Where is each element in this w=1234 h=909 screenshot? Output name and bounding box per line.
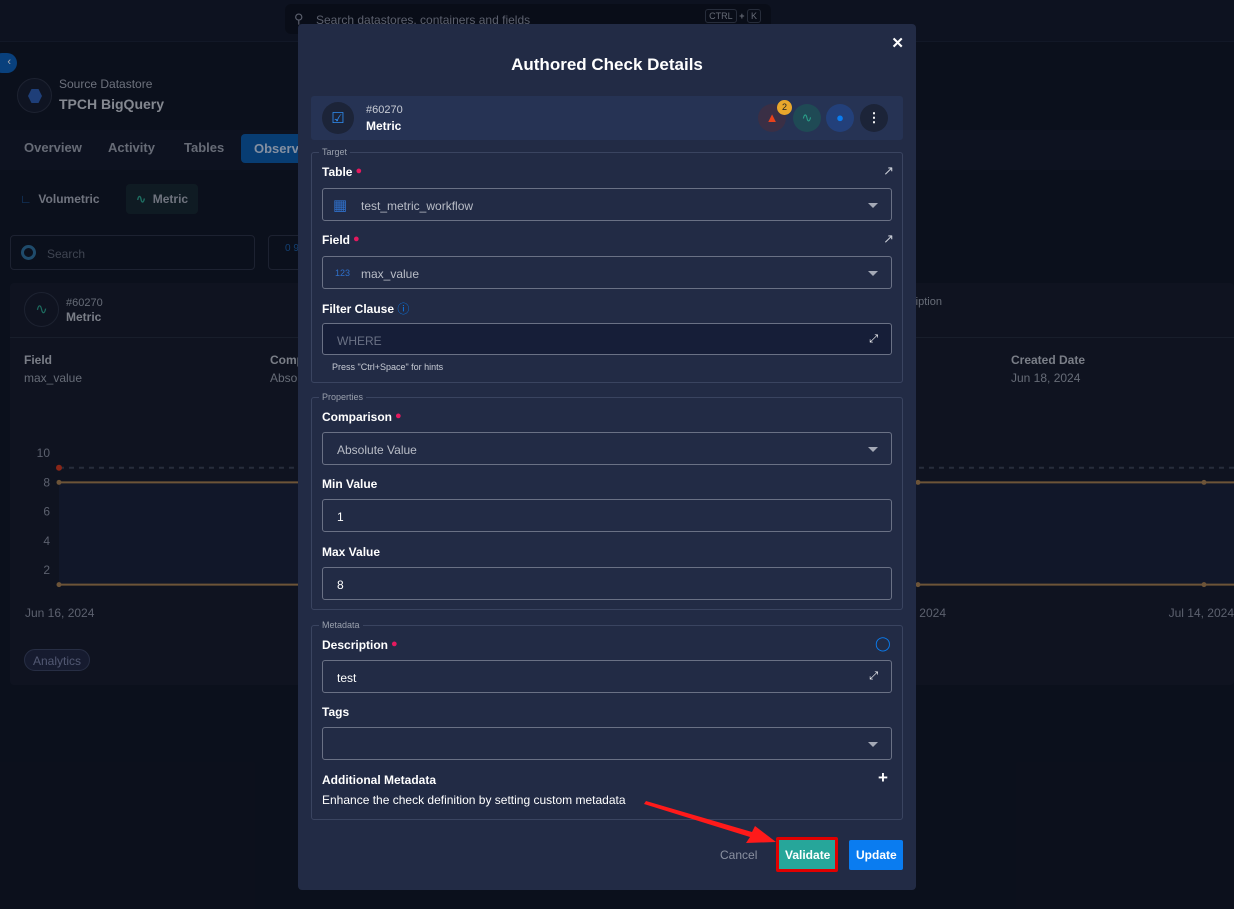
- filter-hint: Press "Ctrl+Space" for hints: [332, 362, 444, 372]
- tags-select[interactable]: [322, 727, 892, 760]
- min-value-label: Min Value: [322, 477, 378, 491]
- min-value-input[interactable]: 1: [322, 499, 892, 532]
- metadata-legend: Metadata: [319, 620, 363, 630]
- info-icon[interactable]: ⓘ: [397, 302, 409, 316]
- anomaly-warning-button[interactable]: ▲ 2: [758, 100, 792, 132]
- check-details-modal: ✕ Authored Check Details ☑ #60270 Metric…: [298, 24, 916, 890]
- label-text: Table: [322, 165, 353, 179]
- field-label: Field ●: [322, 233, 360, 247]
- filter-placeholder: WHERE: [337, 334, 382, 348]
- expand-icon[interactable]: ⤢: [869, 670, 878, 683]
- description-value: test: [337, 671, 357, 685]
- required-dot: ●: [395, 410, 402, 422]
- description-label: Description ●: [322, 638, 398, 652]
- numeric-type-icon: 123: [335, 268, 351, 278]
- chevron-down-icon: [868, 447, 878, 452]
- close-icon[interactable]: ✕: [891, 34, 904, 52]
- chevron-down-icon: [868, 742, 878, 747]
- tags-label: Tags: [322, 705, 350, 719]
- label-text: Description: [322, 638, 389, 652]
- chart-icon[interactable]: ∿: [793, 104, 821, 132]
- alert-count-badge: 2: [777, 100, 792, 115]
- lightbulb-icon[interactable]: ◯: [875, 635, 891, 652]
- field-value: max_value: [361, 267, 420, 281]
- validate-button[interactable]: Validate: [776, 837, 838, 872]
- required-dot: ●: [391, 638, 398, 650]
- required-dot: ●: [353, 233, 360, 245]
- check-id: #60270: [366, 104, 403, 116]
- modal-title: Authored Check Details: [511, 55, 703, 74]
- update-button[interactable]: Update: [849, 840, 903, 870]
- check-header: ☑ #60270 Metric ▲ 2 ∿ ● ⋮: [311, 96, 903, 140]
- expand-icon[interactable]: ⤢: [869, 333, 878, 346]
- comparison-label: Comparison ●: [322, 410, 402, 424]
- open-field-icon[interactable]: ↗: [883, 231, 894, 247]
- target-legend: Target: [319, 147, 351, 157]
- filter-clause-input[interactable]: WHERE ⤢: [322, 323, 892, 355]
- check-icon: ☑: [322, 102, 354, 134]
- required-dot: ●: [355, 165, 363, 177]
- properties-legend: Properties: [319, 392, 367, 402]
- open-table-icon[interactable]: ↗: [883, 163, 894, 179]
- label-text: Filter Clause: [322, 302, 395, 316]
- table-icon: ▦: [333, 197, 348, 214]
- metadata-section: Metadata: [311, 620, 903, 820]
- additional-metadata-hint: Enhance the check definition by setting …: [322, 793, 626, 807]
- additional-metadata-label: Additional Metadata: [322, 773, 437, 787]
- comparison-value: Absolute Value: [337, 443, 417, 457]
- filter-clause-label: Filter Clause ⓘ: [322, 300, 409, 317]
- label-text: Field: [322, 233, 351, 247]
- info-icon[interactable]: ●: [826, 104, 854, 132]
- more-options-icon[interactable]: ⋮: [860, 104, 888, 132]
- chevron-down-icon: [868, 271, 878, 276]
- cancel-button[interactable]: Cancel: [720, 848, 757, 862]
- description-input[interactable]: test ⤢: [322, 660, 892, 693]
- label-text: Comparison: [322, 410, 393, 424]
- max-value-input[interactable]: 8: [322, 567, 892, 600]
- table-select[interactable]: ▦ test_metric_workflow: [322, 188, 892, 221]
- table-value: test_metric_workflow: [361, 199, 474, 213]
- add-metadata-icon[interactable]: +: [878, 768, 888, 788]
- table-label: Table ●: [322, 165, 362, 179]
- comparison-select[interactable]: Absolute Value: [322, 432, 892, 465]
- field-select[interactable]: 123 max_value: [322, 256, 892, 289]
- annotation-arrow: [644, 801, 776, 843]
- max-value-label: Max Value: [322, 545, 381, 559]
- chevron-down-icon: [868, 203, 878, 208]
- check-type: Metric: [366, 119, 402, 133]
